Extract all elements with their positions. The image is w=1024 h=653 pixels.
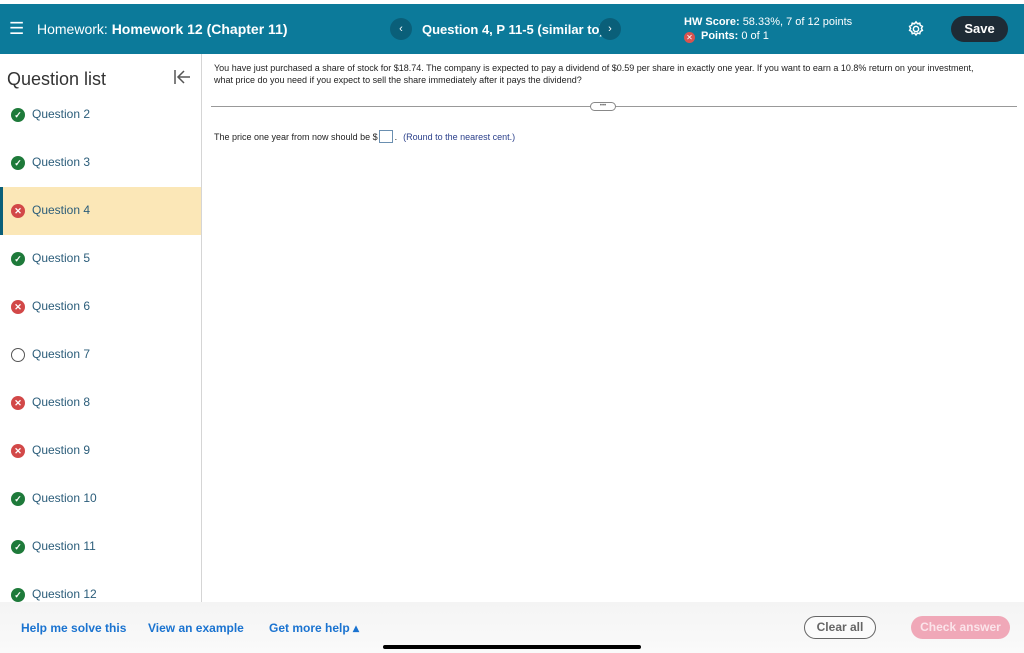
sidebar-item-question[interactable]: ✓ Question 10 (0, 475, 201, 523)
incorrect-icon: ✕ (684, 32, 695, 43)
question-label: Question 11 (32, 539, 96, 553)
check-answer-button[interactable]: Check answer (911, 616, 1010, 639)
next-question-button[interactable]: › (599, 18, 621, 40)
view-an-example-link[interactable]: View an example (148, 621, 244, 635)
top-bar: ☰ Homework: Homework 12 (Chapter 11) ‹ Q… (0, 4, 1024, 54)
rounding-note: (Round to the nearest cent.) (403, 131, 516, 142)
question-label: Question 6 (32, 299, 91, 313)
check-circle-icon: ✓ (11, 156, 25, 170)
answer-suffix: . (394, 131, 398, 142)
x-circle-icon: ✕ (11, 204, 25, 218)
empty-circle-icon (11, 348, 25, 362)
help-me-solve-this-link[interactable]: Help me solve this (21, 621, 126, 635)
check-circle-icon: ✓ (11, 108, 25, 122)
question-list-sidebar: Question list ✓ Question 2 ✓ Question 3 ✕ Que… (0, 54, 202, 602)
question-label: Question 8 (32, 395, 91, 409)
sidebar-item-question[interactable]: ✓ Question 11 (0, 523, 201, 571)
points-label: Points: (701, 30, 739, 42)
question-label: Question 10 (32, 491, 97, 505)
collapse-sidebar-icon[interactable] (173, 68, 191, 86)
sidebar-item-question[interactable]: ✓ Question 2 (0, 91, 201, 139)
check-circle-icon: ✓ (11, 492, 25, 506)
hw-score-label: HW Score: (684, 16, 740, 28)
homework-title: Homework: Homework 12 (Chapter 11) (37, 21, 288, 37)
question-label: Question 9 (32, 443, 91, 457)
sidebar-item-question[interactable]: ✕ Question 9 (0, 427, 201, 475)
sidebar-item-question[interactable]: ✓ Question 12 (0, 571, 201, 602)
check-circle-icon: ✓ (11, 252, 25, 266)
get-more-help-link[interactable]: Get more help ▴ (269, 621, 359, 635)
x-circle-icon: ✕ (11, 300, 25, 314)
hamburger-menu-icon[interactable]: ☰ (9, 19, 24, 39)
sidebar-item-question[interactable]: ✓ Question 3 (0, 139, 201, 187)
points-value: 0 of 1 (741, 30, 769, 42)
previous-question-button[interactable]: ‹ (390, 18, 412, 40)
question-label: Question 3 (32, 155, 91, 169)
hw-score-value: 58.33%, 7 of 12 points (742, 16, 853, 28)
question-label: Question 2 (32, 107, 91, 121)
x-circle-icon: ✕ (11, 444, 25, 458)
gear-icon[interactable] (907, 20, 925, 38)
sidebar-item-question[interactable]: ✕ Question 6 (0, 283, 201, 331)
homework-prefix: Homework: (37, 21, 108, 37)
question-label: Question 5 (32, 251, 91, 265)
check-circle-icon: ✓ (11, 540, 25, 554)
question-text: You have just purchased a share of stock… (214, 63, 974, 85)
homework-name: Homework 12 (Chapter 11) (111, 21, 288, 37)
question-label: Question 12 (32, 587, 97, 601)
home-indicator[interactable] (383, 645, 641, 649)
score-panel: HW Score: 58.33%, 7 of 12 points ✕ Points… (684, 15, 852, 43)
sidebar-item-question[interactable]: Question 7 (0, 331, 201, 379)
clear-all-button[interactable]: Clear all (804, 616, 876, 639)
answer-line: The price one year from now should be $ … (214, 130, 515, 143)
footer-bar: Help me solve this View an example Get m… (0, 602, 1024, 653)
save-button[interactable]: Save (951, 16, 1008, 42)
sidebar-item-question[interactable]: ✓ Question 5 (0, 235, 201, 283)
price-answer-input[interactable] (378, 130, 393, 143)
answer-prefix: The price one year from now should be $ (214, 131, 378, 142)
question-title: Question 4, P 11-5 (similar to) (422, 22, 604, 37)
x-circle-icon: ✕ (11, 396, 25, 410)
question-list-title: Question list (7, 69, 107, 89)
question-panel: You have just purchased a share of stock… (203, 54, 1024, 602)
sidebar-item-question[interactable]: ✕ Question 4 (0, 187, 201, 235)
expand-more-button[interactable]: ••• (590, 102, 616, 111)
sidebar-item-question[interactable]: ✕ Question 8 (0, 379, 201, 427)
question-label: Question 7 (32, 347, 91, 361)
question-label: Question 4 (32, 203, 91, 217)
check-circle-icon: ✓ (11, 588, 25, 602)
